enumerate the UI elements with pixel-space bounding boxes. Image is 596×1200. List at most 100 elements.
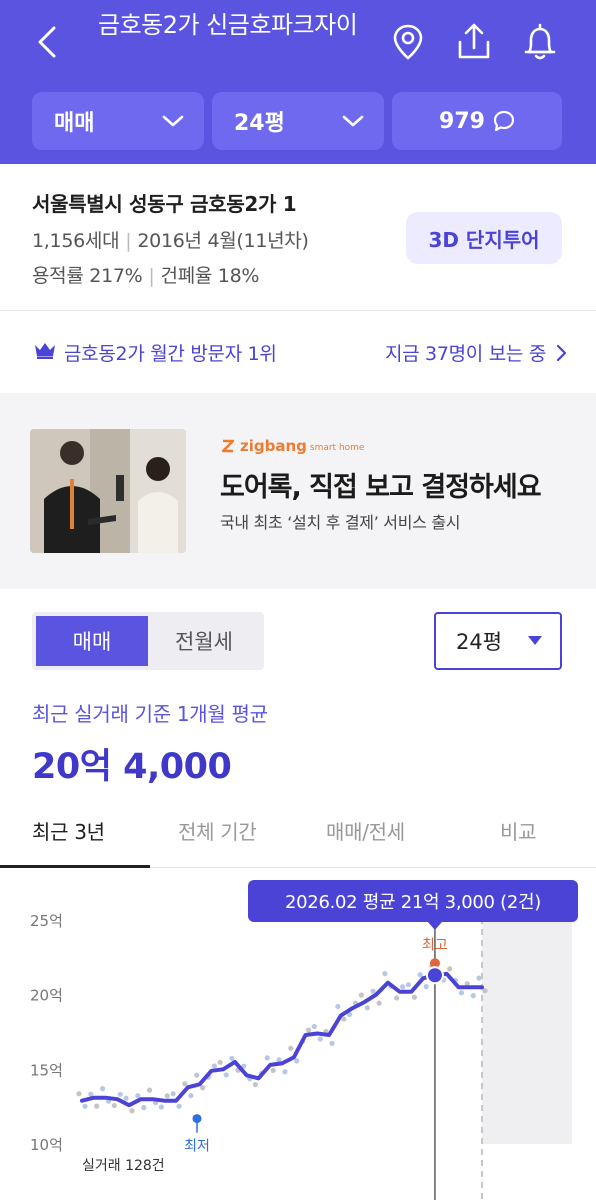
trade-segment-control: 매매 전월세 (32, 612, 264, 670)
trade-dot (217, 1059, 223, 1065)
trade-dot (135, 1093, 141, 1099)
min-point (192, 1114, 202, 1124)
trade-type-label: 매매 (54, 111, 95, 136)
trade-dot (411, 994, 418, 1000)
trade-dot (129, 1108, 135, 1114)
trade-dot (329, 1040, 335, 1046)
trade-dot (200, 1085, 206, 1091)
trade-dot (311, 1023, 317, 1030)
trade-dot (288, 1045, 294, 1051)
trade-dot (111, 1102, 117, 1109)
trade-dot (400, 984, 406, 990)
ad-image (30, 429, 186, 553)
y-tick-label: 25억 (30, 912, 63, 930)
trade-dot (123, 1095, 129, 1101)
complex-meta-row-2: 용적률 217% | 건폐율 18% (32, 265, 260, 287)
trade-dot (188, 1093, 194, 1099)
trade-dot (146, 1087, 153, 1093)
share-icon[interactable] (454, 22, 494, 62)
tab-compare[interactable]: 비교 (500, 816, 537, 845)
zigbang-logo: zigbang smart home (220, 437, 364, 455)
trade-dot (223, 1072, 229, 1078)
trade-dot (164, 1093, 170, 1099)
average-price: 20억 4,000 (32, 747, 232, 787)
area-dropdown[interactable]: 24평 (212, 92, 384, 150)
trade-dot (141, 1105, 147, 1111)
chart-tooltip: 2026.02 평균 21억 3,000 (2건) (248, 880, 578, 922)
trade-dot (305, 1027, 312, 1033)
chevron-right-icon (556, 344, 567, 362)
trade-dot (417, 972, 423, 978)
trade-dot (182, 1081, 188, 1087)
y-tick-label: 20억 (30, 987, 63, 1005)
back-arrow-icon[interactable] (30, 24, 66, 60)
trade-dot (82, 1103, 88, 1109)
complex-info: 서울특별시 성동구 금호동2가 1 1,156세대 | 2016년 4월(11년차)… (0, 164, 596, 310)
trade-dot (470, 993, 476, 999)
y-tick-label: 15억 (30, 1061, 63, 1079)
crown-icon (35, 343, 55, 359)
trade-dot (211, 1063, 218, 1069)
segment-sale[interactable]: 매매 (36, 616, 148, 666)
chevron-down-icon (342, 115, 364, 127)
max-label: 최고 (422, 937, 448, 953)
trade-dot (364, 1005, 370, 1011)
area-select[interactable]: 24평 (434, 612, 562, 670)
segment-rent[interactable]: 전월세 (148, 616, 260, 666)
households: 1,156세대 (32, 230, 120, 252)
trade-dot (405, 982, 412, 988)
min-label: 최저 (184, 1139, 210, 1155)
floor-area-ratio: 용적률 217% (32, 265, 143, 287)
location-pin-icon[interactable] (388, 22, 428, 62)
future-region (482, 918, 572, 1144)
complex-meta-row-1: 1,156세대 | 2016년 4월(11년차) (32, 230, 309, 252)
chevron-down-icon (162, 115, 184, 127)
trade-dot (194, 1072, 200, 1078)
trade-count-label: 실거래 128건 (82, 1158, 165, 1174)
trade-dot (376, 1000, 382, 1006)
trade-dot (158, 1104, 164, 1110)
y-tick-label: 10억 (30, 1136, 63, 1154)
trade-dot (176, 1103, 182, 1109)
ad-subtitle: 국내 최초 ‘설치 후 결제’ 서비스 출시 (220, 513, 461, 532)
trade-dot (229, 1055, 235, 1061)
visitor-rank-text: 금호동2가 월간 방문자 1위 (64, 343, 277, 365)
ad-title: 도어록, 직접 보고 결정하세요 (220, 472, 542, 503)
trade-dot (370, 988, 376, 994)
building-coverage: 건폐율 18% (160, 265, 260, 287)
trade-dot (294, 1058, 300, 1064)
visitor-ranking-row[interactable]: 금호동2가 월간 방문자 1위 지금 37명이 보는 중 (0, 311, 596, 393)
trade-dot (252, 1081, 259, 1088)
selected-point (425, 966, 444, 985)
comments-button[interactable]: 979 (392, 92, 562, 150)
bell-icon[interactable] (520, 22, 560, 62)
3d-tour-button[interactable]: 3D 단지투어 (406, 212, 562, 264)
period-tabs: 최근 3년 전체 기간 매매/전세 비교 (0, 806, 596, 868)
trade-dot (458, 990, 465, 996)
trade-dot (282, 1069, 288, 1075)
trade-dot (99, 1086, 106, 1092)
trade-dot (358, 992, 364, 998)
zigbang-logo-icon (221, 439, 235, 453)
tab-recent-3y[interactable]: 최근 3년 (32, 816, 105, 845)
area-select-label: 24평 (456, 630, 503, 654)
trade-dot (482, 988, 488, 994)
tab-sale-jeonse[interactable]: 매매/전세 (326, 816, 405, 845)
caret-down-icon (528, 636, 542, 645)
trade-dot (94, 1103, 100, 1109)
trade-dot (117, 1091, 123, 1097)
price-chart[interactable]: 25억 20억 15억 10억 최고최저실거래 128건 2026.02 평균 21억 … (0, 868, 596, 1200)
trade-dot (335, 1003, 341, 1010)
zigbang-brand: zigbang (240, 437, 307, 455)
tab-all-period[interactable]: 전체 기간 (178, 816, 257, 845)
trade-type-dropdown[interactable]: 매매 (32, 92, 204, 150)
trade-dot (447, 966, 453, 972)
tooltip-pointer (427, 922, 442, 930)
built-date: 2016년 4월(11년차) (137, 230, 309, 252)
page-title: 금호동2가 신금호파크자이 (98, 11, 358, 39)
trade-dot (170, 1091, 176, 1097)
trade-dot (423, 984, 429, 990)
ad-banner[interactable]: zigbang smart home 도어록, 직접 보고 결정하세요 국내 최… (0, 393, 596, 589)
app-header: 금호동2가 신금호파크자이 매매 24평 979 (0, 0, 596, 164)
comment-count: 979 (439, 108, 485, 134)
